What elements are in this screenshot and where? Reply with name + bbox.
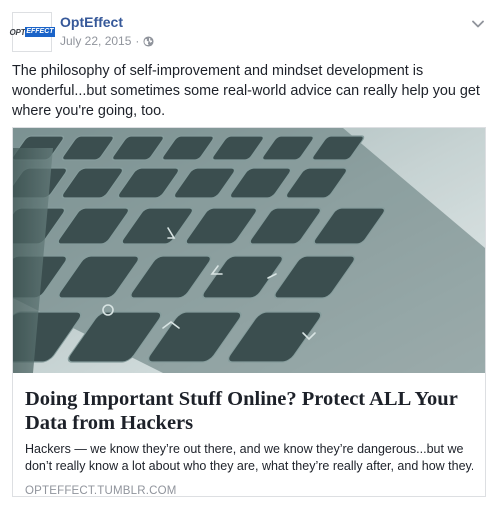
post-header: OPT EFFECT OptEffect July 22, 2015 · [9,12,154,52]
opteffect-logo: OPT EFFECT [9,26,55,38]
logo-text-opt: OPT [9,27,26,37]
facebook-post: OPT EFFECT OptEffect July 22, 2015 · The… [0,0,500,507]
chevron-down-icon [472,20,484,28]
globe-icon[interactable] [143,35,154,47]
post-timestamp[interactable]: July 22, 2015 [60,33,131,49]
post-text: The philosophy of self-improvement and m… [12,63,480,119]
link-description-line: don’t really know a lot about who they a… [25,459,473,473]
page-avatar[interactable]: OPT EFFECT [9,12,55,52]
post-options-button[interactable] [468,14,488,34]
post-meta: OptEffect July 22, 2015 · [60,12,154,49]
page-name-link[interactable]: OptEffect [60,13,154,31]
logo-text-effect: EFFECT [25,27,55,37]
link-preview-image[interactable] [13,128,485,373]
post-subline: July 22, 2015 · [60,33,154,49]
link-title[interactable]: Doing Important Stuff Online? Protect AL… [25,387,473,435]
link-description: Hackers — we know they’re out there, and… [25,441,473,475]
link-domain: OPTEFFECT.TUMBLR.COM [25,485,177,497]
link-preview-card[interactable]: Doing Important Stuff Online? Protect AL… [12,127,486,497]
meta-separator: · [135,34,140,48]
link-preview-body: Doing Important Stuff Online? Protect AL… [13,373,485,496]
link-description-line: Hackers — we know they’re out there, and… [25,442,464,456]
